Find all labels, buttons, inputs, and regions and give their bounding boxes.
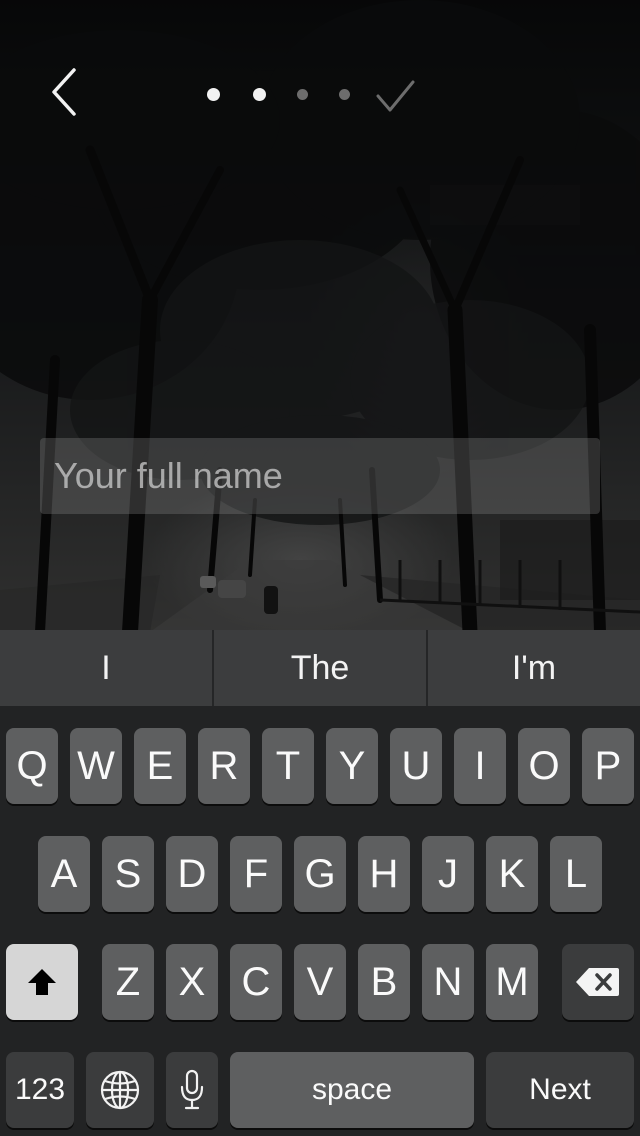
full-name-input[interactable] [40,438,600,514]
shift-key[interactable] [6,944,78,1020]
key-h[interactable]: H [358,836,410,912]
delete-key[interactable] [562,944,634,1020]
numbers-key[interactable]: 123 [6,1052,74,1128]
keyboard: Q W E R T Y U I O P A S D F G H J K L Z … [0,706,640,1136]
step-dot-3 [297,89,308,100]
next-key[interactable]: Next [486,1052,634,1128]
step-progress [200,76,430,116]
step-dot-1 [207,88,220,101]
key-f[interactable]: F [230,836,282,912]
key-b[interactable]: B [358,944,410,1020]
key-i[interactable]: I [454,728,506,804]
key-z[interactable]: Z [102,944,154,1020]
microphone-icon [180,1069,204,1110]
suggestion-1[interactable]: I [0,630,212,706]
predictive-text-bar: I The I'm [0,630,640,706]
key-q[interactable]: Q [6,728,58,804]
key-k[interactable]: K [486,836,538,912]
key-s[interactable]: S [102,836,154,912]
full-name-field[interactable] [40,438,600,514]
dictation-key[interactable] [166,1052,218,1128]
space-key[interactable]: space [230,1052,474,1128]
key-x[interactable]: X [166,944,218,1020]
step-dot-2 [253,88,266,101]
key-o[interactable]: O [518,728,570,804]
suggestion-2[interactable]: The [212,630,426,706]
key-n[interactable]: N [422,944,474,1020]
key-g[interactable]: G [294,836,346,912]
shift-arrow-icon [28,969,56,995]
globe-key[interactable] [86,1052,154,1128]
key-w[interactable]: W [70,728,122,804]
key-l[interactable]: L [550,836,602,912]
key-p[interactable]: P [582,728,634,804]
back-button[interactable] [44,62,88,122]
key-d[interactable]: D [166,836,218,912]
globe-icon [100,1070,140,1110]
backspace-icon [576,968,619,996]
key-m[interactable]: M [486,944,538,1020]
key-v[interactable]: V [294,944,346,1020]
chevron-left-icon [52,68,76,116]
key-u[interactable]: U [390,728,442,804]
key-e[interactable]: E [134,728,186,804]
key-r[interactable]: R [198,728,250,804]
key-j[interactable]: J [422,836,474,912]
step-dot-4 [339,89,350,100]
key-t[interactable]: T [262,728,314,804]
key-y[interactable]: Y [326,728,378,804]
checkmark-icon [376,80,415,112]
suggestion-3[interactable]: I'm [426,630,640,706]
key-a[interactable]: A [38,836,90,912]
key-c[interactable]: C [230,944,282,1020]
